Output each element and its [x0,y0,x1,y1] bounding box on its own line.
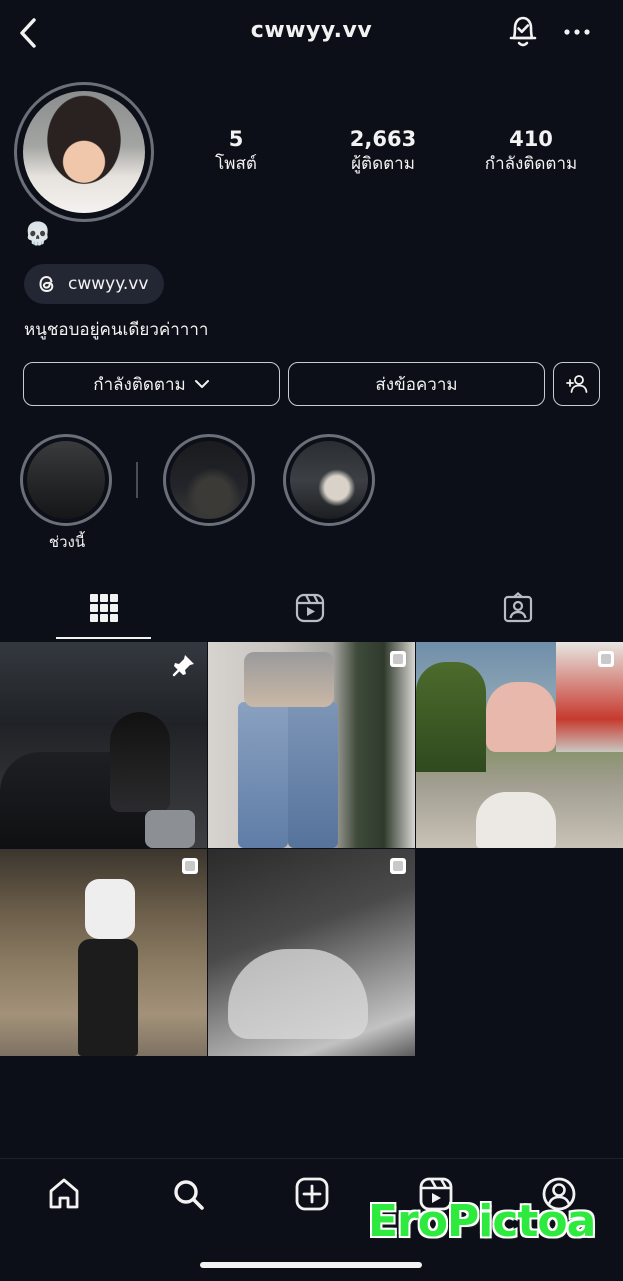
suggest-people-button[interactable] [553,362,600,406]
threads-handle: cwwyy.vv [68,274,149,294]
multiple-photos-icon [598,651,614,667]
tab-posts[interactable] [88,592,120,624]
highlight-label: ช่วงนี้ [48,533,86,551]
stat-following-value: 410 [509,127,553,151]
message-button[interactable]: ส่งข้อความ [288,362,545,406]
grid-icon [90,594,118,622]
highlight-item[interactable] [163,434,255,526]
stat-followers-value: 2,663 [349,127,417,151]
threads-icon [39,275,54,293]
multiple-photos-icon [390,651,406,667]
highlight-cover [170,441,248,519]
watermark-logo: EroPictoa [368,1196,596,1247]
reels-icon [295,593,325,623]
tab-reels[interactable] [294,592,326,624]
stat-followers-label: ผู้ติดตาม [351,154,415,174]
tagged-icon [503,592,533,623]
stat-followers[interactable]: 2,663 ผู้ติดตาม [318,126,448,176]
highlight-divider [136,462,138,498]
post-thumbnail[interactable] [416,642,623,848]
tab-tagged[interactable] [502,592,534,624]
add-person-icon [565,375,587,393]
more-horizontal-icon [564,29,590,35]
nav-create[interactable] [294,1176,330,1212]
message-button-label: ส่งข้อความ [375,374,458,395]
multiple-photos-icon [182,858,198,874]
following-button[interactable]: กำลังติดตาม [23,362,280,406]
home-indicator[interactable] [200,1262,422,1268]
notifications-button[interactable] [506,14,540,50]
search-icon [174,1180,204,1210]
highlight-item[interactable]: ช่วงนี้ [20,434,114,554]
post-thumbnail[interactable] [0,849,207,1056]
stat-following[interactable]: 410 กำลังติดตาม [466,126,596,176]
multiple-photos-icon [390,858,406,874]
bio-emoji: 💀 [24,222,52,247]
pin-icon [172,655,194,677]
stat-posts-value: 5 [228,127,244,151]
post-thumbnail[interactable] [208,849,415,1056]
post-thumbnail[interactable] [0,642,207,848]
stat-posts[interactable]: 5 โพสต์ [171,126,301,176]
stat-posts-label: โพสต์ [215,154,257,174]
stat-following-label: กำลังติดตาม [484,154,578,174]
avatar-photo [23,91,145,213]
tab-active-indicator [56,637,151,639]
nav-search[interactable] [170,1176,206,1212]
following-button-label: กำลังติดตาม [93,374,186,395]
post-thumbnail[interactable] [208,642,415,848]
highlight-cover [27,441,105,519]
nav-home[interactable] [46,1176,82,1212]
threads-badge[interactable]: cwwyy.vv [24,264,164,304]
bell-check-icon [509,16,537,47]
home-icon [49,1178,79,1209]
add-square-icon [295,1177,329,1211]
highlight-cover [290,441,368,519]
chevron-down-icon [194,380,209,388]
avatar[interactable] [14,82,154,222]
more-button[interactable] [563,22,591,42]
highlight-item[interactable] [283,434,375,526]
bio-text: หนูชอบอยู่คนเดียวค่าาาา [24,320,209,340]
